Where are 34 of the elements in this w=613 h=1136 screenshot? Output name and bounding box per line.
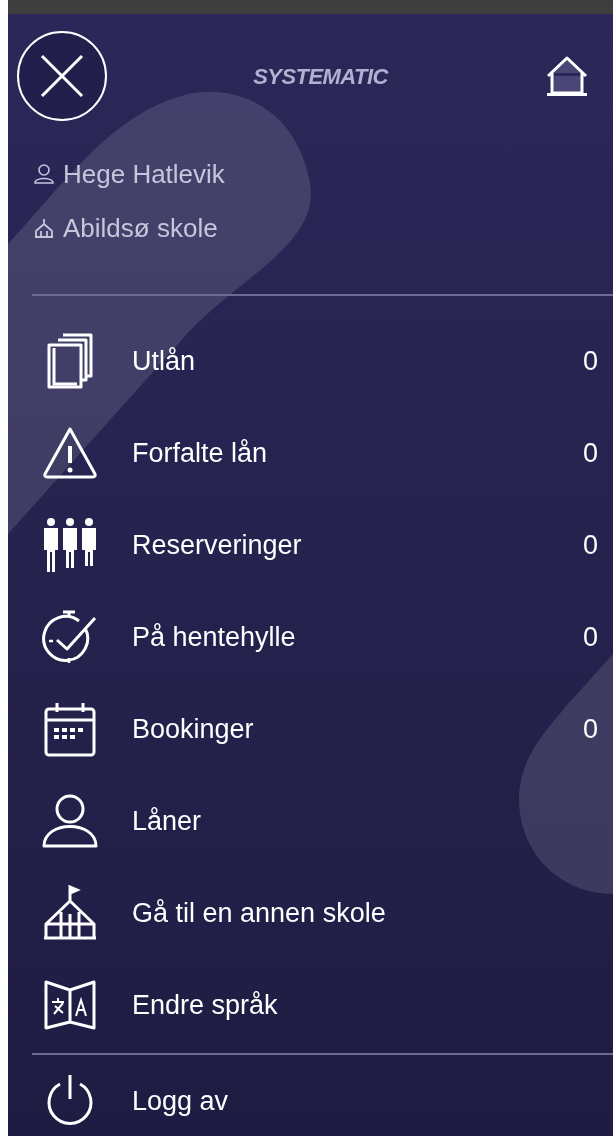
home-icon [544,55,590,97]
person-icon [40,792,100,850]
item-count: 0 [582,620,598,654]
logout-item[interactable]: Logg av [8,1055,613,1136]
home-button[interactable] [544,55,590,97]
item-count: 0 [582,436,598,470]
user-name: Hege Hatlevik [63,157,225,191]
school-icon [41,884,99,942]
close-icon [40,54,84,98]
menu-item[interactable]: Reserveringer 0 [8,499,613,591]
people-icon [41,516,99,574]
menu-label: Utlån [132,344,197,378]
school-name: Abildsø skole [63,211,218,245]
menu-item[interactable]: Låner [8,775,613,867]
menu-item[interactable]: Bookinger 0 [8,683,613,775]
person-icon [33,163,55,185]
menu-label: Reserveringer [132,528,303,562]
menu-label: Endre språk [132,988,279,1022]
menu-item[interactable]: Gå til en annen skole [8,867,613,959]
menu-label: Gå til en annen skole [132,896,387,930]
menu-item[interactable]: Utlån 0 [8,315,613,407]
menu-item[interactable]: Endre språk [8,959,613,1051]
menu-item[interactable]: Forfalte lån 0 [8,407,613,499]
item-count: 0 [582,344,598,378]
logo: SYSTEMATIC [253,62,388,91]
menu-label: På hentehylle [132,620,297,654]
menu-label: Bookinger [132,712,255,746]
menu-item[interactable]: På hentehylle 0 [8,591,613,683]
school-icon [33,217,55,239]
stopwatch-check-icon [41,608,99,666]
item-count: 0 [582,712,598,746]
menu-label: Forfalte lån [132,436,269,470]
item-count: 0 [582,528,598,562]
menu-label: Låner [132,804,203,838]
